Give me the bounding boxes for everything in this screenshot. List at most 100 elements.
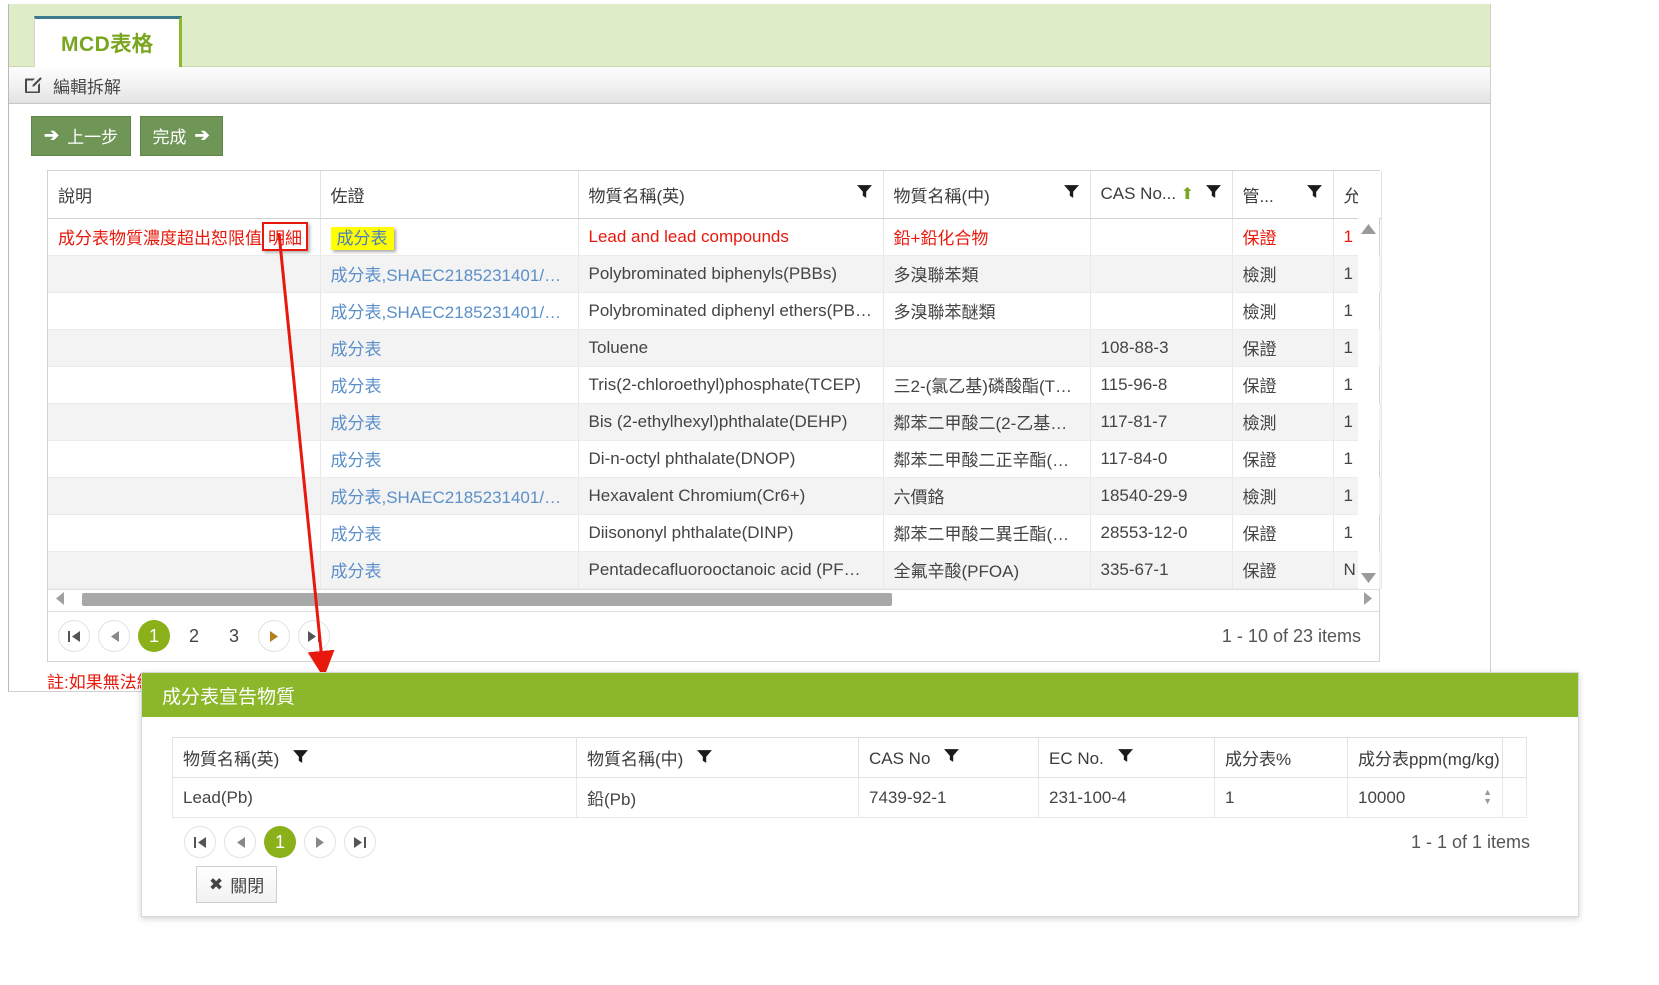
pager-page-1[interactable]: 1 xyxy=(138,620,170,652)
vertical-scrollbar[interactable] xyxy=(1358,171,1379,589)
proof-link[interactable]: 成分表 xyxy=(331,340,382,359)
proof-ref-link[interactable]: ,SHAEC2185231401/… xyxy=(382,266,562,285)
proof-link[interactable]: 成分表 xyxy=(331,266,382,285)
proof-link[interactable]: 成分表 xyxy=(331,488,382,507)
table-row[interactable]: 成分表,SHAEC2185231401/… Polybrominated dip… xyxy=(48,292,1382,330)
cell-substance-en: Di-n-octyl phthalate(DNOP) xyxy=(578,440,884,478)
cell-desc xyxy=(48,440,321,478)
dlg-col-header-substance-en[interactable]: 物質名稱(英) xyxy=(172,737,577,778)
dlg-cell-cas-no: 7439-92-1 xyxy=(858,777,1039,818)
pager-prev-button[interactable] xyxy=(98,620,130,652)
substance-table: 說明 佐證 物質名稱(英) 物質名稱(中) CAS No... ⬆ 管... 允… xyxy=(48,171,1382,589)
dlg-col-label-ppm: 成分表ppm(mg/kg) xyxy=(1358,750,1500,769)
cell-substance-cn: 鄰苯二甲酸二正辛酯(D… xyxy=(883,440,1091,478)
scroll-left-arrow-icon[interactable] xyxy=(50,591,68,610)
proof-ref-link[interactable]: ,SHAEC2185231401/… xyxy=(382,303,562,322)
table-row[interactable]: 成分表物質濃度超出恕限值 明細 成分表 Lead and lead compoun… xyxy=(48,218,1382,256)
previous-step-label: 上一步 xyxy=(67,128,119,147)
toolbar: 編輯拆解 xyxy=(9,67,1490,104)
scroll-up-arrow-icon[interactable] xyxy=(1358,218,1379,240)
col-header-proof[interactable]: 佐證 xyxy=(320,171,579,219)
proof-link[interactable]: 成分表 xyxy=(331,451,382,470)
tabstrip: MCD表格 xyxy=(9,4,1490,67)
col-label-substance-cn: 物質名稱(中) xyxy=(893,186,990,206)
col-label-proof: 佐證 xyxy=(330,186,365,206)
cell-cas-no xyxy=(1090,292,1233,330)
cell-control-type: 檢測 xyxy=(1232,292,1334,330)
col-header-control-type[interactable]: 管... xyxy=(1232,171,1334,219)
table-row[interactable]: 成分表 Diisononyl phthalate(DINP) 鄰苯二甲酸二異壬酯… xyxy=(48,514,1382,552)
pager-first-button[interactable] xyxy=(58,620,90,652)
filter-icon[interactable] xyxy=(696,750,713,769)
cell-desc xyxy=(48,514,321,552)
col-label-desc: 說明 xyxy=(58,186,92,206)
dlg-col-header-substance-cn[interactable]: 物質名稱(中) xyxy=(576,737,859,778)
filter-icon[interactable] xyxy=(1205,183,1222,205)
table-row[interactable]: 成分表 Pentadecafluorooctanoic acid (PFOA) … xyxy=(48,551,1382,589)
filter-icon[interactable] xyxy=(1063,183,1080,205)
dlg-col-header-ec-no[interactable]: EC No. xyxy=(1038,737,1215,778)
pager-last-button[interactable] xyxy=(298,620,330,652)
table-row[interactable]: 成分表 Di-n-octyl phthalate(DNOP) 鄰苯二甲酸二正辛酯… xyxy=(48,440,1382,478)
table-row[interactable]: 成分表,SHAEC2185231401/… Hexavalent Chromiu… xyxy=(48,477,1382,515)
grid-pager: 1 2 3 1 - 10 of 23 items xyxy=(48,610,1379,661)
proof-ref-link[interactable]: ,SHAEC2185231401/… xyxy=(382,488,562,507)
proof-link[interactable]: 成分表 xyxy=(331,303,382,322)
pager-next-button[interactable] xyxy=(258,620,290,652)
col-header-substance-cn[interactable]: 物質名稱(中) xyxy=(883,171,1091,219)
cell-substance-cn: 鉛+鉛化合物 xyxy=(883,218,1091,256)
hscroll-track[interactable] xyxy=(68,589,1359,611)
table-row[interactable]: 成分表 Tris(2-chloroethyl)phosphate(TCEP) 三… xyxy=(48,366,1382,404)
cell-proof: 成分表 xyxy=(320,329,579,367)
filter-icon[interactable] xyxy=(1117,748,1134,768)
col-header-cas-no[interactable]: CAS No... ⬆ xyxy=(1090,171,1233,219)
filter-icon[interactable] xyxy=(292,750,309,769)
table-row[interactable]: 成分表,SHAEC2185231401/… Polybrominated bip… xyxy=(48,255,1382,293)
pager-page-3[interactable]: 3 xyxy=(218,620,250,652)
dlg-cell-substance-cn: 鉛(Pb) xyxy=(576,777,859,818)
pager-info: 1 - 10 of 23 items xyxy=(1221,625,1361,646)
col-header-substance-en[interactable]: 物質名稱(英) xyxy=(578,171,884,219)
cell-cas-no: 117-84-0 xyxy=(1090,440,1233,478)
dlg-col-header-ppm[interactable]: 成分表ppm(mg/kg) xyxy=(1347,737,1503,778)
dialog-pager: 1 1 - 1 of 1 items xyxy=(172,818,1562,858)
table-header-row: 說明 佐證 物質名稱(英) 物質名稱(中) CAS No... ⬆ 管... 允 xyxy=(48,171,1382,219)
horizontal-scrollbar[interactable] xyxy=(48,588,1379,611)
dlg-pager-page-1[interactable]: 1 xyxy=(264,826,296,858)
cell-substance-cn: 六價鉻 xyxy=(883,477,1091,515)
finish-button[interactable]: 完成 ➔ xyxy=(139,116,223,156)
table-row[interactable]: 成分表 Bis (2-ethylhexyl)phthalate(DEHP) 鄰苯… xyxy=(48,403,1382,441)
numeric-stepper[interactable]: ▲ ▼ xyxy=(1483,787,1492,806)
pager-page-2[interactable]: 2 xyxy=(178,620,210,652)
proof-link[interactable]: 成分表 xyxy=(331,377,382,396)
scroll-right-arrow-icon[interactable] xyxy=(1359,591,1377,610)
close-button[interactable]: ✖ 關閉 xyxy=(196,866,278,903)
cell-substance-en: Polybrominated biphenyls(PBBs) xyxy=(578,255,884,293)
tab-mcd-form[interactable]: MCD表格 xyxy=(34,16,183,67)
detail-link[interactable]: 明細 xyxy=(262,222,308,251)
filter-icon[interactable] xyxy=(856,183,873,205)
filter-icon[interactable] xyxy=(943,748,960,768)
scroll-down-arrow-icon[interactable] xyxy=(1358,567,1379,589)
filter-icon[interactable] xyxy=(1306,183,1323,205)
proof-link[interactable]: 成分表 xyxy=(331,414,382,433)
proof-link[interactable]: 成分表 xyxy=(331,525,382,544)
dlg-pager-first-button[interactable] xyxy=(184,826,216,858)
cell-substance-en: Bis (2-ethylhexyl)phthalate(DEHP) xyxy=(578,403,884,441)
proof-link[interactable]: 成分表 xyxy=(330,227,394,250)
previous-step-button[interactable]: ➔ 上一步 xyxy=(31,116,132,156)
hscroll-thumb[interactable] xyxy=(82,593,892,606)
table-row[interactable]: 成分表 Toluene 108-88-3 保證 1 xyxy=(48,329,1382,367)
dlg-col-header-percent[interactable]: 成分表% xyxy=(1214,737,1348,778)
proof-link[interactable]: 成分表 xyxy=(331,562,382,581)
dlg-col-header-cas-no[interactable]: CAS No xyxy=(858,737,1039,778)
cell-control-type: 保證 xyxy=(1232,551,1334,589)
dlg-pager-next-button[interactable] xyxy=(304,826,336,858)
col-header-desc[interactable]: 說明 xyxy=(48,171,321,219)
stepper-down-icon[interactable]: ▼ xyxy=(1483,796,1492,806)
dlg-cell-substance-en: Lead(Pb) xyxy=(172,777,577,818)
dialog-table-row[interactable]: Lead(Pb) 鉛(Pb) 7439-92-1 231-100-4 1 100… xyxy=(172,777,1527,818)
dlg-pager-last-button[interactable] xyxy=(344,826,376,858)
dlg-pager-prev-button[interactable] xyxy=(224,826,256,858)
sort-ascending-icon: ⬆ xyxy=(1180,186,1194,204)
